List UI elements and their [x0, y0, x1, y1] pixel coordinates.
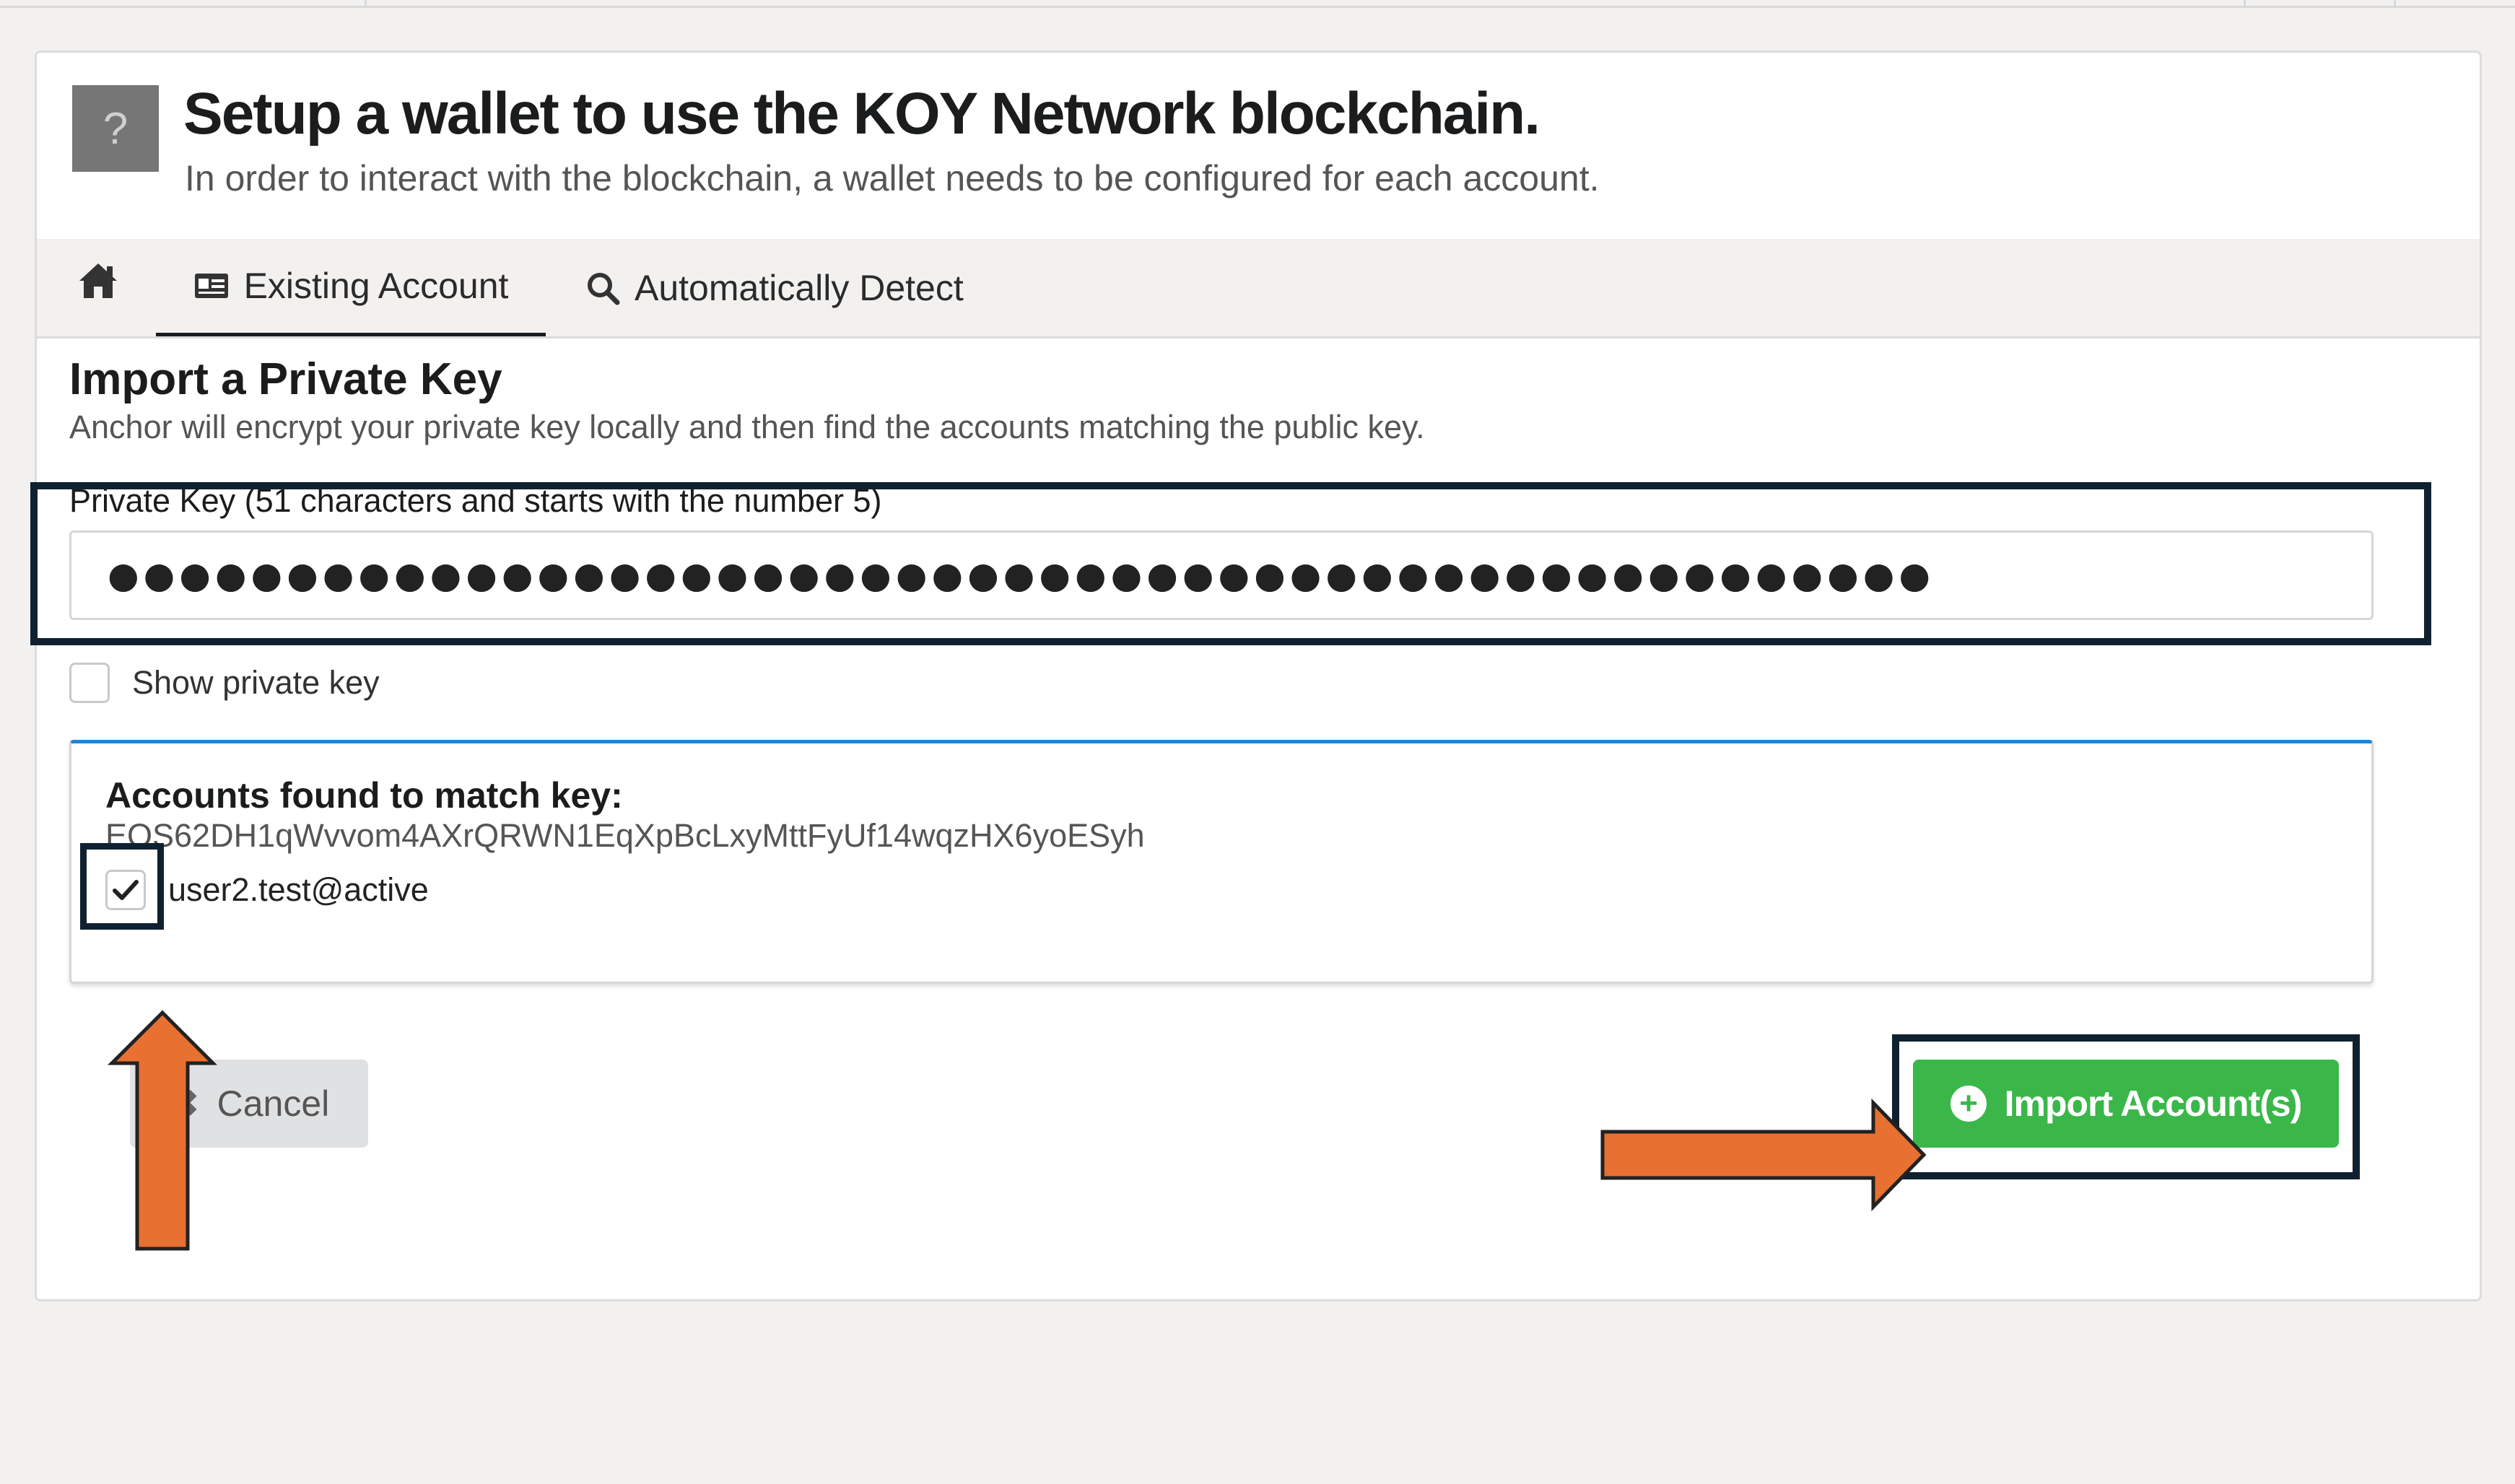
id-card-icon — [193, 272, 230, 300]
search-icon — [585, 271, 620, 305]
up-arrow-annotation — [107, 1010, 218, 1251]
page-subtitle: In order to interact with the blockchain… — [185, 158, 1600, 198]
show-private-key-label: Show private key — [132, 664, 380, 701]
question-mark-icon: ? — [72, 85, 159, 172]
cancel-button-label: Cancel — [217, 1083, 330, 1124]
accounts-found-title: Accounts found to match key: — [105, 775, 623, 816]
matched-public-key: EOS62DH1qWvvom4AXrQRWN1EqXpBcLxyMttFyUf1… — [105, 817, 1145, 854]
import-button-highlight — [1892, 1034, 2360, 1179]
tab-automatically-detect[interactable]: Automatically Detect — [585, 239, 964, 336]
top-strip-segment — [0, 0, 367, 6]
top-strip-segment — [2246, 0, 2396, 6]
import-section-title: Import a Private Key — [69, 354, 502, 404]
show-private-key-checkbox[interactable] — [69, 663, 110, 703]
home-icon — [79, 263, 117, 298]
tab-bar: Existing Account Automatically Detect — [37, 239, 2480, 339]
private-key-highlight — [30, 482, 2431, 645]
tab-home[interactable] — [77, 261, 127, 311]
tab-existing-account-label: Existing Account — [243, 266, 509, 306]
top-strip — [0, 0, 2515, 8]
page-title: Setup a wallet to use the KOY Network bl… — [183, 81, 1540, 147]
account-label: user2.test@active — [168, 871, 429, 908]
card-header: ? Setup a wallet to use the KOY Network … — [37, 53, 2480, 241]
right-arrow-annotation — [1600, 1098, 1927, 1212]
tab-automatically-detect-label: Automatically Detect — [635, 267, 964, 308]
top-strip-segment — [367, 0, 2246, 6]
import-section-description: Anchor will encrypt your private key loc… — [69, 409, 1425, 445]
tab-existing-account[interactable]: Existing Account — [156, 239, 546, 336]
account-checkbox-highlight — [80, 843, 164, 930]
